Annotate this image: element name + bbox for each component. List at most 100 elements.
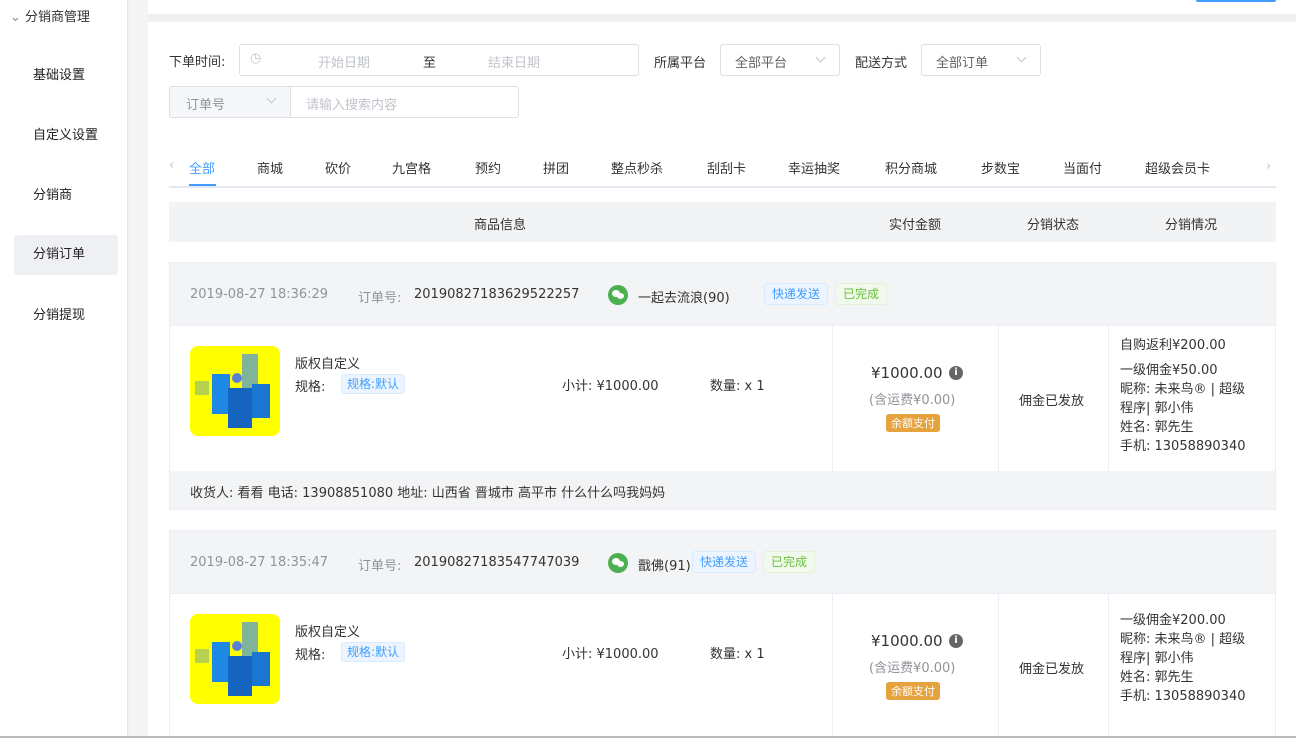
top-action-button[interactable] — [1196, 0, 1276, 2]
platform-label: 所属平台 — [654, 56, 707, 71]
cell-divider — [832, 594, 833, 736]
sidebar-item-withdrawals[interactable]: 分销提现 — [14, 296, 118, 336]
tab-scratch-card[interactable]: 刮刮卡 — [707, 158, 746, 177]
distribution-detail-line: 程序| 郭小伟 — [1120, 651, 1194, 666]
tab-booking[interactable]: 预约 — [475, 158, 501, 177]
sidebar-item-custom-settings[interactable]: 自定义设置 — [14, 116, 118, 156]
platform-select[interactable]: 全部平台 — [720, 44, 840, 76]
product-image[interactable] — [190, 346, 280, 436]
date-range-picker[interactable]: ◷ 开始日期 至 结束日期 — [239, 44, 639, 76]
distribution-detail-line: 姓名: 郭先生 — [1120, 670, 1194, 685]
tab-bargain[interactable]: 砍价 — [325, 158, 351, 177]
distribution-detail: 自购返利¥200.00 一级佣金¥50.00 昵称: 未来鸟® | 超级 程序| 郭小… — [1120, 336, 1270, 456]
gutter — [129, 0, 148, 736]
distribution-status: 佣金已发放 — [1019, 662, 1085, 677]
cell-divider — [832, 326, 833, 471]
category-tabs: ‹ 全部 商城 砍价 九宫格 预约 拼团 整点秒杀 刮刮卡 幸运抽奖 积分商城 … — [169, 146, 1276, 188]
sidebar-item-distributors[interactable]: 分销商 — [14, 176, 118, 216]
clock-icon: ◷ — [250, 51, 262, 66]
distribution-detail-line: 昵称: 未来鸟® | 超级 — [1120, 632, 1246, 647]
tab-lucky-draw[interactable]: 幸运抽奖 — [788, 158, 840, 177]
spec-label: 规格: — [295, 380, 326, 395]
delivery-label: 配送方式 — [855, 56, 908, 71]
tab-nine-grid[interactable]: 九宫格 — [392, 158, 431, 177]
order-header: 2019-08-27 18:36:29 订单号: 201908271836295… — [170, 263, 1275, 326]
delivery-tag: 快递发送 — [692, 551, 757, 573]
tab-super-member-card[interactable]: 超级会员卡 — [1145, 158, 1210, 177]
distribution-detail-line: 自购返利¥200.00 — [1120, 338, 1226, 353]
tab-points-mall[interactable]: 积分商城 — [885, 158, 937, 177]
order-no: 20190827183629522257 — [414, 287, 580, 302]
spec-tag: 规格:默认 — [341, 642, 406, 662]
quantity: 数量: x 1 — [710, 647, 765, 662]
paid-amount: ¥1000.00 — [871, 364, 943, 382]
freight: (含运费¥0.00) — [869, 661, 956, 676]
delivery-select[interactable]: 全部订单 — [921, 44, 1041, 76]
chevron-right-icon[interactable]: › — [1266, 159, 1271, 174]
order-body: 版权自定义 规格: 规格:默认 小计: ¥1000.00 数量: x 1 ¥10… — [170, 326, 1275, 471]
status-tag: 已完成 — [835, 283, 888, 305]
sidebar-item-basic-settings[interactable]: 基础设置 — [14, 56, 118, 96]
distribution-detail-line: 姓名: 郭先生 — [1120, 420, 1194, 435]
tab-step-treasure[interactable]: 步数宝 — [981, 158, 1020, 177]
platform-select-value: 全部平台 — [735, 56, 788, 71]
sidebar-item-distribution-orders[interactable]: 分销订单 — [14, 235, 118, 275]
cell-divider — [998, 594, 999, 736]
product-name: 版权自定义 — [295, 357, 361, 372]
distribution-detail-line: 程序| 郭小伟 — [1120, 401, 1194, 416]
cell-divider — [1108, 326, 1109, 471]
payment-method-badge: 余额支付 — [886, 414, 940, 432]
order-body: 版权自定义 规格: 规格:默认 小计: ¥1000.00 数量: x 1 ¥10… — [170, 594, 1275, 736]
cell-divider — [1108, 594, 1109, 736]
status-tag: 已完成 — [763, 551, 816, 573]
distribution-detail: 一级佣金¥200.00 昵称: 未来鸟® | 超级 程序| 郭小伟 姓名: 郭先生 手机… — [1120, 611, 1270, 706]
main-content: 下单时间: ◷ 开始日期 至 结束日期 所属平台 全部平台 配送方式 全部订单 … — [148, 22, 1296, 736]
search-group: 订单号 请输入搜索内容 — [169, 86, 519, 118]
col-amount: 实付金额 — [889, 218, 942, 233]
search-type-select[interactable]: 订单号 — [170, 87, 291, 117]
start-date-input[interactable]: 开始日期 — [318, 52, 370, 71]
chevron-left-icon[interactable]: ‹ — [169, 158, 174, 173]
order-card: 2019-08-27 18:36:29 订单号: 201908271836295… — [169, 262, 1276, 510]
chevron-down-icon — [266, 93, 277, 104]
tab-flash-sale[interactable]: 整点秒杀 — [611, 158, 663, 177]
tab-group-buy[interactable]: 拼团 — [543, 158, 569, 177]
sidebar: ⌄ 分销商管理 基础设置 自定义设置 分销商 分销订单 分销提现 — [0, 0, 128, 736]
order-no: 20190827183547747039 — [414, 555, 580, 570]
range-separator: 至 — [423, 56, 437, 71]
spec-tag: 规格:默认 — [341, 374, 406, 394]
distribution-detail-line: 手机: 13058890340 — [1120, 439, 1246, 454]
spec-label: 规格: — [295, 648, 326, 663]
bottom-bar — [0, 736, 1296, 750]
chevron-down-icon: ⌄ — [10, 10, 26, 25]
shipping-address: 收货人: 看看 电话: 13908851080 地址: 山西省 晋城市 高平市 … — [190, 486, 666, 501]
subtotal: 小计: ¥1000.00 — [562, 647, 659, 662]
cell-divider — [998, 326, 999, 471]
chevron-down-icon — [1016, 52, 1027, 63]
wechat-icon — [608, 285, 628, 305]
distribution-status: 佣金已发放 — [1019, 394, 1085, 409]
buyer-name: 一起去流浪(90) — [638, 291, 730, 306]
info-icon[interactable]: i — [949, 634, 963, 648]
info-icon[interactable]: i — [949, 366, 963, 380]
product-image[interactable] — [190, 614, 280, 704]
buyer-name: 戬佛(91) — [638, 559, 691, 574]
delivery-select-value: 全部订单 — [936, 56, 989, 71]
col-status: 分销状态 — [1027, 218, 1080, 233]
search-input[interactable]: 请输入搜索内容 — [306, 94, 397, 113]
search-type-value: 订单号 — [186, 98, 226, 113]
order-card: 2019-08-27 18:35:47 订单号: 201908271835477… — [169, 530, 1276, 736]
order-time: 2019-08-27 18:36:29 — [190, 287, 329, 302]
order-time: 2019-08-27 18:35:47 — [190, 555, 329, 570]
subtotal: 小计: ¥1000.00 — [562, 379, 659, 394]
sidebar-group-distribution[interactable]: ⌄ 分销商管理 — [10, 6, 90, 25]
distribution-detail-line: 昵称: 未来鸟® | 超级 — [1120, 382, 1246, 397]
tab-all[interactable]: 全部 — [189, 158, 215, 177]
tab-face-pay[interactable]: 当面付 — [1063, 158, 1102, 177]
end-date-input[interactable]: 结束日期 — [488, 52, 540, 71]
order-footer: 收货人: 看看 电话: 13908851080 地址: 山西省 晋城市 高平市 … — [170, 471, 1275, 509]
delivery-tag: 快递发送 — [764, 283, 829, 305]
tab-mall[interactable]: 商城 — [257, 158, 283, 177]
quantity: 数量: x 1 — [710, 379, 765, 394]
order-time-label: 下单时间: — [169, 55, 226, 70]
